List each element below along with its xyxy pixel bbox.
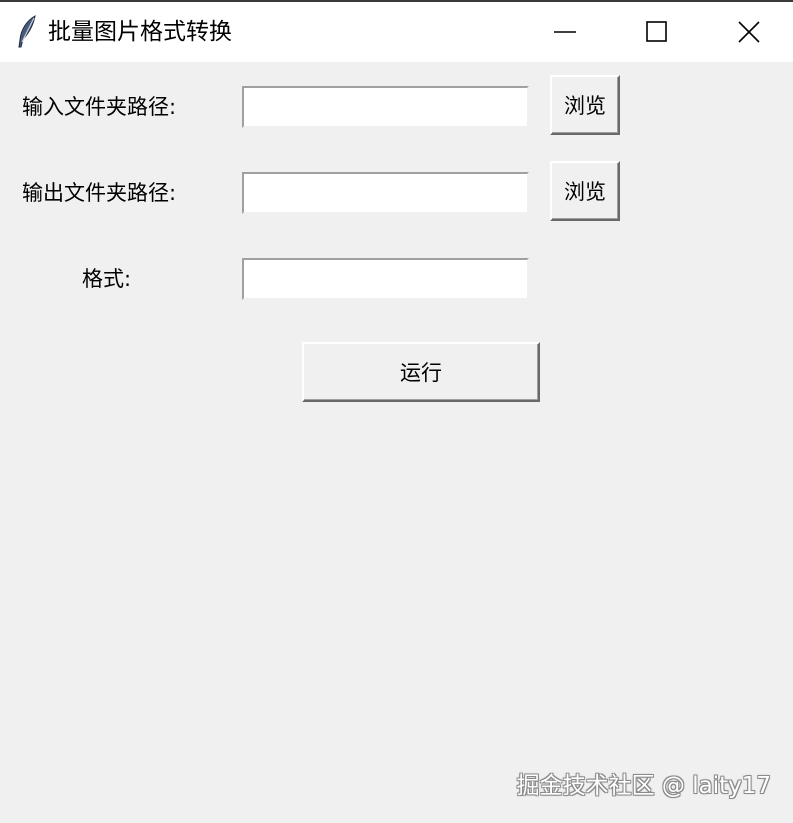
close-button[interactable]	[726, 10, 772, 54]
input-folder-label: 输入文件夹路径:	[22, 95, 177, 119]
feather-icon	[16, 14, 38, 50]
app-window: 批量图片格式转换 输入文件夹路径: 浏览 输出文件夹路径: 浏览 格式: 运行 …	[0, 0, 793, 823]
input-folder-field[interactable]	[242, 86, 529, 128]
minimize-button[interactable]	[542, 10, 588, 54]
maximize-icon	[646, 21, 667, 42]
output-folder-field[interactable]	[242, 172, 529, 214]
window-title: 批量图片格式转换	[48, 19, 232, 45]
run-button[interactable]: 运行	[302, 342, 540, 402]
format-label: 格式:	[82, 267, 132, 291]
close-icon	[738, 21, 760, 43]
maximize-button[interactable]	[634, 10, 680, 54]
title-bar[interactable]: 批量图片格式转换	[0, 2, 793, 62]
output-folder-label: 输出文件夹路径:	[22, 181, 177, 205]
browse-input-button[interactable]: 浏览	[550, 75, 620, 135]
format-field[interactable]	[242, 258, 529, 300]
browse-output-button[interactable]: 浏览	[550, 161, 620, 221]
minimize-icon	[554, 31, 576, 33]
watermark-text: 掘金技术社区 @ laity17	[516, 773, 771, 799]
